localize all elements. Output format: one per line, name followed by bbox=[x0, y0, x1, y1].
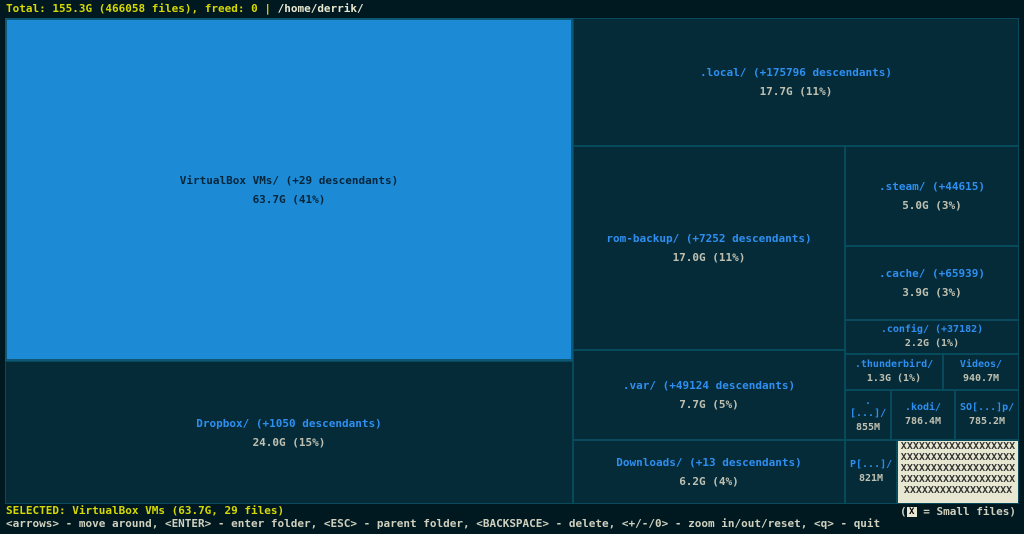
freed-value: 0 bbox=[251, 2, 258, 15]
cell-name: Dropbox/ (+1050 descendants) bbox=[10, 417, 568, 430]
cell-dropbox[interactable]: Dropbox/ (+1050 descendants) 24.0G (15%) bbox=[5, 361, 573, 504]
cell-size: 785.2M bbox=[960, 416, 1014, 428]
cell-name: .thunderbird/ bbox=[850, 359, 938, 371]
cell-size: 24.0G (15%) bbox=[10, 436, 568, 449]
cell-so-truncated[interactable]: SO[...]p/ 785.2M bbox=[955, 390, 1019, 440]
cell-dot-truncated[interactable]: .[...]/ 855M bbox=[845, 390, 891, 440]
cell-name: Videos/ bbox=[948, 359, 1014, 371]
cell-name: VirtualBox VMs/ (+29 descendants) bbox=[11, 174, 567, 187]
cell-p-truncated[interactable]: P[...]/ 821M bbox=[845, 440, 897, 504]
cell-kodi[interactable]: .kodi/ 786.4M bbox=[891, 390, 955, 440]
cell-size: 786.4M bbox=[896, 416, 950, 428]
selected-label: SELECTED: bbox=[6, 504, 66, 517]
cell-size: 6.2G (4%) bbox=[578, 475, 840, 488]
total-size: 155.3G bbox=[52, 2, 92, 15]
cell-cache[interactable]: .cache/ (+65939) 3.9G (3%) bbox=[845, 246, 1019, 320]
current-path: /home/derrik/ bbox=[278, 2, 364, 15]
cell-size: 821M bbox=[850, 473, 892, 485]
cell-size: 5.0G (3%) bbox=[850, 199, 1014, 212]
cell-steam[interactable]: .steam/ (+44615) 5.0G (3%) bbox=[845, 146, 1019, 246]
cell-local[interactable]: .local/ (+175796 descendants) 17.7G (11%… bbox=[573, 18, 1019, 146]
cell-size: 17.0G (11%) bbox=[578, 251, 840, 264]
cell-name: Downloads/ (+13 descendants) bbox=[578, 456, 840, 469]
cell-rom-backup[interactable]: rom-backup/ (+7252 descendants) 17.0G (1… bbox=[573, 146, 845, 350]
status-bar-top: Total: 155.3G (466058 files), freed: 0 |… bbox=[0, 0, 1024, 18]
freed-label: , freed: bbox=[191, 2, 244, 15]
cell-name: .var/ (+49124 descendants) bbox=[578, 379, 840, 392]
cell-size: 940.7M bbox=[948, 373, 1014, 385]
cell-thunderbird[interactable]: .thunderbird/ 1.3G (1%) bbox=[845, 354, 943, 390]
cell-size: 2.2G (1%) bbox=[850, 338, 1014, 350]
cell-small-files[interactable]: XXXXXXXXXXXXXXXXXXXXXXXXXXXXXXXXXXXXXXXX… bbox=[897, 440, 1019, 504]
cell-size: 3.9G (3%) bbox=[850, 286, 1014, 299]
file-count: (466058 files) bbox=[99, 2, 192, 15]
cell-config[interactable]: .config/ (+37182) 2.2G (1%) bbox=[845, 320, 1019, 354]
separator: | bbox=[264, 2, 271, 15]
cell-name: rom-backup/ (+7252 descendants) bbox=[578, 232, 840, 245]
selected-value: VirtualBox VMs (63.7G, 29 files) bbox=[72, 504, 284, 517]
cell-downloads[interactable]: Downloads/ (+13 descendants) 6.2G (4%) bbox=[573, 440, 845, 504]
status-bar-bottom: SELECTED: VirtualBox VMs (63.7G, 29 file… bbox=[0, 504, 1024, 534]
cell-name: .local/ (+175796 descendants) bbox=[578, 66, 1014, 79]
cell-size: 855M bbox=[850, 422, 886, 434]
cell-virtualbox-vms[interactable]: VirtualBox VMs/ (+29 descendants) 63.7G … bbox=[5, 18, 573, 361]
cell-name: .[...]/ bbox=[850, 396, 886, 420]
cell-size: 7.7G (5%) bbox=[578, 398, 840, 411]
cell-name: .cache/ (+65939) bbox=[850, 267, 1014, 280]
cell-videos[interactable]: Videos/ 940.7M bbox=[943, 354, 1019, 390]
cell-size: 1.3G (1%) bbox=[850, 373, 938, 385]
total-label: Total: bbox=[6, 2, 46, 15]
cell-var[interactable]: .var/ (+49124 descendants) 7.7G (5%) bbox=[573, 350, 845, 440]
cell-size: 63.7G (41%) bbox=[11, 193, 567, 206]
cell-name: SO[...]p/ bbox=[960, 402, 1014, 414]
cell-size: 17.7G (11%) bbox=[578, 85, 1014, 98]
treemap[interactable]: VirtualBox VMs/ (+29 descendants) 63.7G … bbox=[5, 18, 1019, 504]
small-files-fill: XXXXXXXXXXXXXXXXXXXXXXXXXXXXXXXXXXXXXXXX… bbox=[901, 441, 1015, 496]
cell-name: .config/ (+37182) bbox=[850, 324, 1014, 336]
cell-name: .kodi/ bbox=[896, 402, 950, 414]
cell-name: P[...]/ bbox=[850, 459, 892, 471]
cell-name: .steam/ (+44615) bbox=[850, 180, 1014, 193]
help-line: <arrows> - move around, <ENTER> - enter … bbox=[6, 517, 1018, 530]
